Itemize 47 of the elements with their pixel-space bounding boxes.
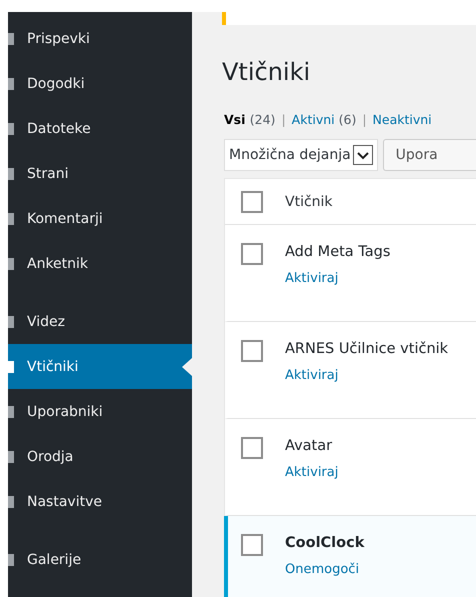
separator-text: | <box>281 112 286 127</box>
sidebar-item[interactable]: Orodja <box>8 434 192 479</box>
menu-icon <box>8 256 14 270</box>
sidebar-item[interactable]: Anketnik <box>8 241 192 286</box>
row-checkbox[interactable] <box>241 437 263 459</box>
page-title: Vtičniki <box>222 57 312 87</box>
apply-button[interactable]: Upora <box>382 139 476 171</box>
plugin-action-link[interactable]: Aktiviraj <box>285 465 338 480</box>
menu-icon <box>8 404 14 418</box>
menu-icon <box>8 76 14 90</box>
sidebar-item[interactable]: Strani <box>8 151 192 196</box>
plugin-name: CoolClock <box>285 535 364 551</box>
sidebar-item[interactable]: Nastavitve <box>8 479 192 524</box>
caret-icon <box>352 145 373 165</box>
menu-icon <box>8 314 14 328</box>
sidebar-item[interactable]: Dogodki <box>8 61 192 106</box>
separator-text: | <box>362 112 367 127</box>
select-all-checkbox[interactable] <box>241 190 263 212</box>
menu-icon <box>8 212 14 226</box>
menu-icon <box>8 166 14 180</box>
plugin-name: Avatar <box>285 438 334 454</box>
sidebar-item[interactable]: Prispevki <box>8 16 192 61</box>
plugin-name: Add Meta Tags <box>285 244 390 260</box>
menu-icon <box>8 122 14 136</box>
plugin-action-link[interactable]: Aktiviraj <box>285 271 390 286</box>
sidebar-item[interactable]: Videz <box>8 299 192 344</box>
menu-icon <box>8 552 14 566</box>
row-checkbox[interactable] <box>241 534 263 556</box>
menu-icon <box>8 32 14 46</box>
filter-link[interactable]: Neaktivni <box>372 112 432 127</box>
plugin-action-link[interactable]: Onemogoči <box>285 562 364 577</box>
plugin-name: ARNES Učilnice vtičnik <box>285 341 448 357</box>
sidebar-item[interactable]: Galerije <box>8 537 192 582</box>
menu-icon <box>8 494 14 508</box>
plugin-action-link[interactable]: Aktiviraj <box>285 368 448 383</box>
sidebar-item[interactable]: Komentarji <box>8 196 192 241</box>
sidebar-item[interactable]: Vtičniki <box>8 344 192 389</box>
menu-icon <box>8 360 14 374</box>
filter-link[interactable]: Aktivni (6) <box>292 112 356 127</box>
sidebar-item[interactable]: Uporabniki <box>8 389 192 434</box>
row-checkbox[interactable] <box>241 243 263 265</box>
bulk-actions-select[interactable]: Množična dejanja <box>224 139 378 171</box>
sidebar-item[interactable]: Datoteke <box>8 106 192 151</box>
menu-icon <box>8 450 14 464</box>
column-header: Vtičnik <box>285 194 333 210</box>
filter-link[interactable]: Vsi (24) <box>224 112 276 127</box>
row-checkbox[interactable] <box>241 340 263 362</box>
